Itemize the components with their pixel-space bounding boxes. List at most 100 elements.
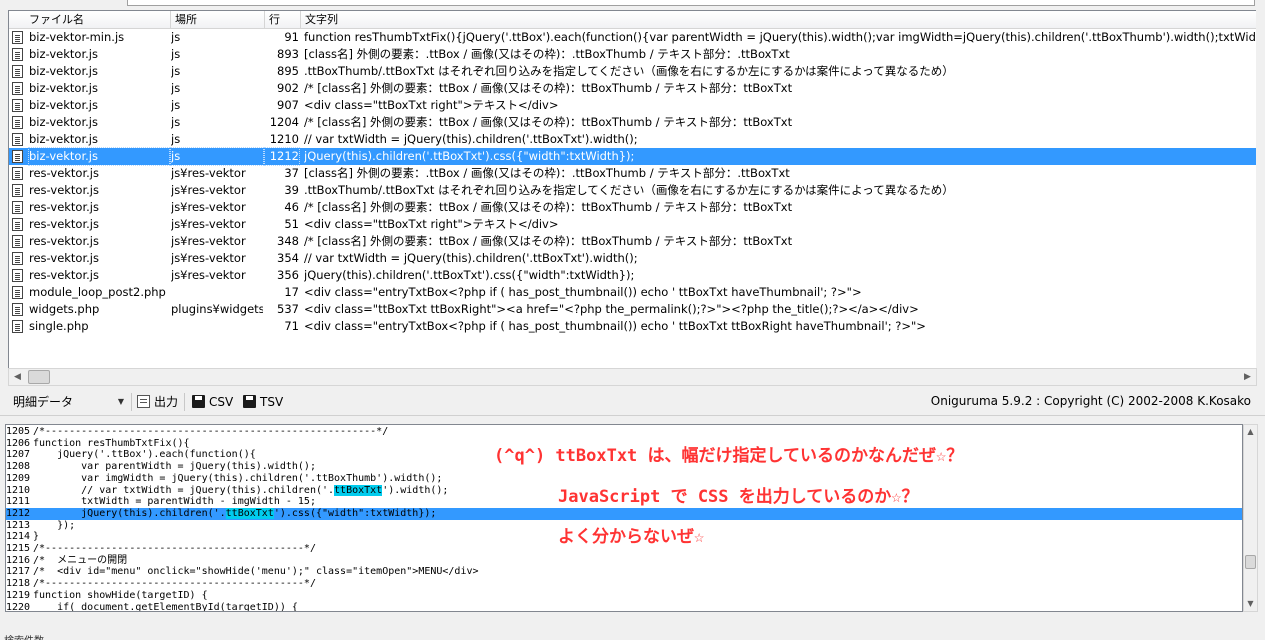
cell-place: js¥res-vektor <box>171 217 246 231</box>
line-number: 1208 <box>6 461 31 473</box>
table-row[interactable]: res-vektor.js js¥res-vektor 51 <div class="… <box>9 216 1256 233</box>
cell-text: /* [class名] 外側の要素：ttBox / 画像(又はその枠)：ttBo… <box>304 200 793 214</box>
file-icon <box>12 320 23 333</box>
tsv-label: TSV <box>260 395 284 409</box>
cell-place: js¥res-vektor <box>171 251 246 265</box>
results-horizontal-scrollbar[interactable]: ◀ ▶ <box>8 368 1257 386</box>
code-text: // var txtWidth = jQuery(this).children(… <box>33 484 335 496</box>
code-vertical-scrollbar[interactable]: ▲ ▼ <box>1243 424 1258 612</box>
line-number: 1212 <box>6 507 31 519</box>
scroll-up-arrow-icon[interactable]: ▲ <box>1244 425 1257 439</box>
cell-file: res-vektor.js <box>29 183 99 197</box>
cell-line: 1212 <box>264 147 300 166</box>
cell-text: jQuery(this).children('.ttBoxTxt').css({… <box>304 268 635 282</box>
results-list[interactable]: ファイル名 場所 行 文字列 biz-vektor-min.js js 91 func… <box>8 10 1257 386</box>
scroll-down-arrow-icon[interactable]: ▼ <box>1244 597 1257 611</box>
cell-line: 902 <box>277 81 299 95</box>
line-number: 1220 <box>6 601 31 612</box>
table-row[interactable]: res-vektor.js js¥res-vektor 356 jQuery(thi… <box>9 267 1256 284</box>
file-icon <box>12 65 23 78</box>
column-header-place[interactable]: 場所 <box>171 11 265 28</box>
scroll-right-arrow-icon[interactable]: ▶ <box>1239 369 1256 385</box>
cell-place: js <box>170 147 264 166</box>
status-bar: 検索件数 <box>0 612 1265 640</box>
csv-label: CSV <box>209 395 234 409</box>
cell-file: widgets.php <box>29 302 100 316</box>
code-preview[interactable]: 1205/*----------------------------------… <box>5 424 1243 612</box>
file-icon <box>12 167 23 180</box>
table-row[interactable]: biz-vektor.js js 893 [class名] 外側の要素：.ttBox … <box>9 46 1256 63</box>
tsv-button[interactable]: TSV <box>243 394 283 410</box>
save-disk-icon <box>192 395 205 408</box>
table-row[interactable]: single.php 71 <div class="entryTxtBox<?ph… <box>9 318 1256 335</box>
table-row[interactable]: widgets.php plugins¥widgets 537 <div class… <box>9 301 1256 318</box>
code-text: txtWidth = parentWidth - imgWidth - 15; <box>33 496 316 508</box>
table-row[interactable]: biz-vektor.js js 1204 /* [class名] 外側の要素：ttB… <box>9 114 1256 131</box>
cell-file: biz-vektor.js <box>29 64 98 78</box>
cell-file: res-vektor.js <box>29 200 99 214</box>
cell-place: js¥res-vektor <box>171 183 246 197</box>
table-row[interactable]: res-vektor.js js¥res-vektor 37 [class名] 外側の… <box>9 165 1256 182</box>
file-icon <box>12 286 23 299</box>
table-row[interactable]: biz-vektor-min.js js 91 function resThumbTx… <box>9 29 1256 46</box>
line-number: 1207 <box>6 449 31 461</box>
scroll-thumb[interactable] <box>28 370 50 384</box>
cell-text: .ttBoxThumb/.ttBoxTxt はそれぞれ回り込みを指定してください… <box>304 183 954 197</box>
cell-line: 893 <box>277 47 299 61</box>
cell-text: <div class="ttBoxTxt right">テキスト</div> <box>304 217 559 231</box>
cell-text: <div class="entryTxtBox<?php if ( has_po… <box>304 319 926 333</box>
file-icon <box>12 116 23 129</box>
table-row[interactable]: biz-vektor.js js 895 .ttBoxThumb/.ttBoxTxt … <box>9 63 1256 80</box>
cell-place: js <box>171 81 181 95</box>
scroll-thumb[interactable] <box>1245 555 1256 569</box>
file-icon <box>12 150 23 163</box>
view-mode-select[interactable]: 明細データ ▼ <box>6 392 128 412</box>
cell-line: 17 <box>284 285 299 299</box>
output-button[interactable]: 出力 <box>137 394 178 410</box>
scroll-left-arrow-icon[interactable]: ◀ <box>9 369 26 385</box>
table-row[interactable]: biz-vektor.js js 1212 jQuery(this).childre… <box>9 147 1256 166</box>
table-row[interactable]: res-vektor.js js¥res-vektor 354 // var txt… <box>9 250 1256 267</box>
table-row[interactable]: module_loop_post2.php 17 <div class="entr… <box>9 284 1256 301</box>
table-row[interactable]: biz-vektor.js js 907 <div class="ttBoxTxt r… <box>9 97 1256 114</box>
table-row[interactable]: biz-vektor.js js 902 /* [class名] 外側の要素：ttBo… <box>9 80 1256 97</box>
table-row[interactable]: res-vektor.js js¥res-vektor 46 /* [class名] … <box>9 199 1256 216</box>
cell-text: <div class="entryTxtBox<?php if ( has_po… <box>304 285 862 299</box>
toolbar-separator <box>131 393 132 411</box>
column-header-line[interactable]: 行 <box>265 11 301 28</box>
cell-line: 356 <box>277 268 299 282</box>
cell-line: 39 <box>284 183 299 197</box>
column-header-file[interactable]: ファイル名 <box>25 11 171 28</box>
file-icon <box>12 201 23 214</box>
cell-text: [class名] 外側の要素：.ttBox / 画像(又はその枠)：.ttBox… <box>304 166 790 180</box>
search-panel-input-edge[interactable] <box>127 0 1255 6</box>
status-text: 検索件数 <box>4 632 44 640</box>
cell-file: single.php <box>29 319 89 333</box>
csv-button[interactable]: CSV <box>192 394 233 410</box>
column-header-text[interactable]: 文字列 <box>301 11 1256 28</box>
toolbar: 明細データ ▼ 出力 CSV TSV Oniguruma 5.9.2 : Cop… <box>0 388 1265 416</box>
code-text: function resThumbTxtFix(){ <box>33 437 190 449</box>
table-row[interactable]: res-vektor.js js¥res-vektor 348 /* [class名]… <box>9 233 1256 250</box>
cell-line: 1204 <box>269 115 299 129</box>
cell-file: biz-vektor-min.js <box>29 30 125 44</box>
output-icon <box>137 395 150 408</box>
cell-text: <div class="ttBoxTxt right">テキスト</div> <box>304 98 559 112</box>
code-text: /* <div id="menu" onclick="showHide('men… <box>33 566 479 578</box>
code-text: jQuery('.ttBox').each(function(){ <box>33 449 256 461</box>
cell-file: biz-vektor.js <box>29 98 98 112</box>
code-line: 1220 if( document.getElementById(targetI… <box>6 601 1242 612</box>
file-icon <box>12 303 23 316</box>
cell-place: js¥res-vektor <box>171 268 246 282</box>
annotation-comment: (^q^) ttBoxTxt は、幅だけ指定しているのかなんだぜ☆？ <box>494 446 964 466</box>
table-row[interactable]: biz-vektor.js js 1210 // var txtWidth = jQ… <box>9 131 1256 148</box>
results-header: ファイル名 場所 行 文字列 <box>9 11 1256 29</box>
code-text: /*--------------------------------------… <box>33 543 316 554</box>
table-row[interactable]: res-vektor.js js¥res-vektor 39 .ttBoxThumb/… <box>9 182 1256 199</box>
cell-text: function resThumbTxtFix(){jQuery('.ttBox… <box>304 30 1257 44</box>
file-icon <box>12 82 23 95</box>
file-icon <box>12 184 23 197</box>
chevron-down-icon[interactable]: ▼ <box>118 393 124 411</box>
file-icon <box>12 133 23 146</box>
cell-text: // var txtWidth = jQuery(this).children(… <box>304 251 638 265</box>
